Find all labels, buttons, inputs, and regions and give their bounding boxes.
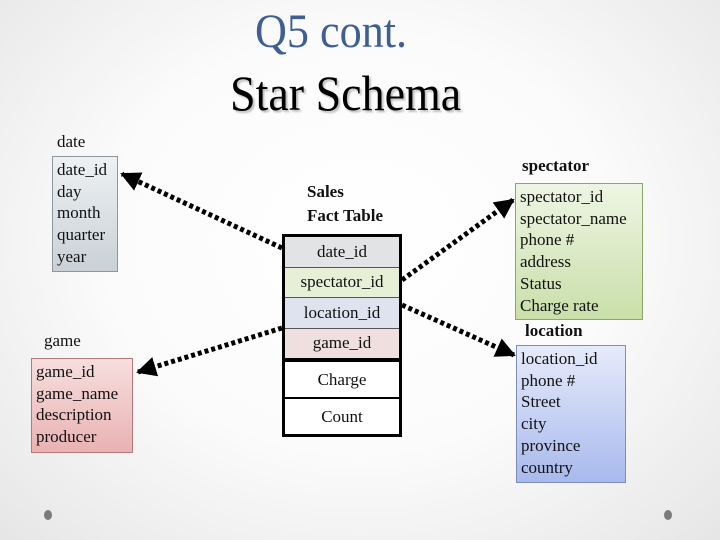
arrow-fact-to-date [120,171,284,251]
arrow-fact-to-game [136,325,283,377]
bullet-dot-right [664,510,672,520]
relationship-arrows [120,171,516,377]
bullet-dot-left [44,510,52,520]
arrow-fact-to-location [400,302,516,358]
arrow-fact-to-spectator [400,197,515,283]
